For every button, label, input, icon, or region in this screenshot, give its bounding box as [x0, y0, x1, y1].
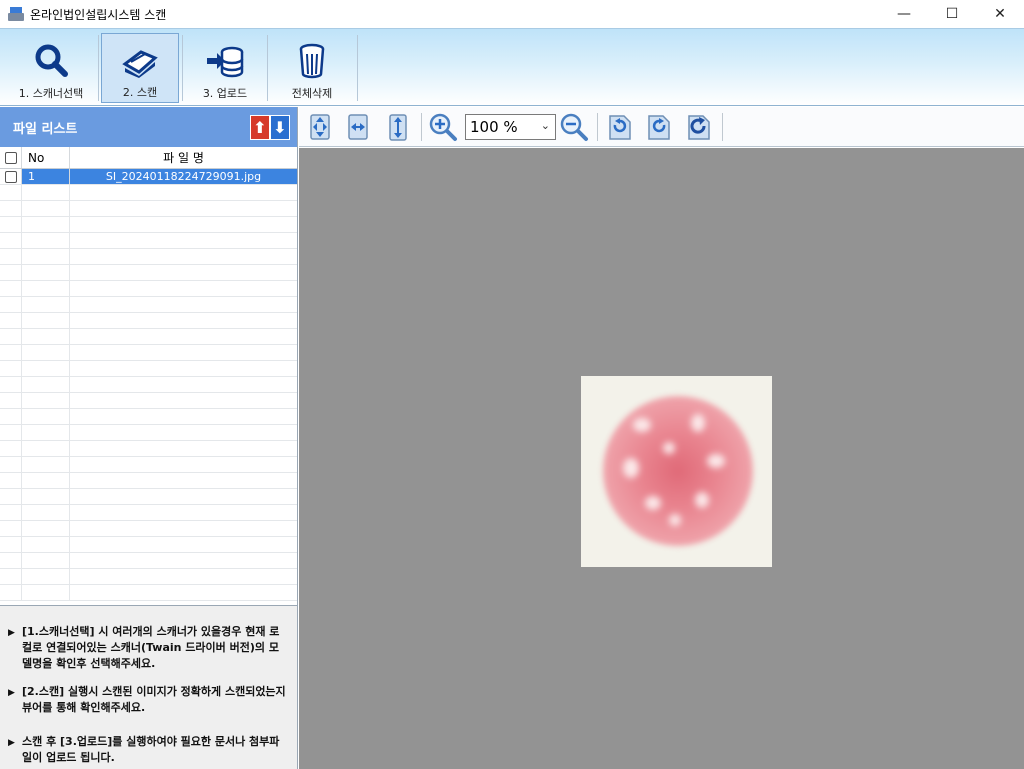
move-up-button[interactable]: ⬆	[250, 115, 270, 140]
empty-row	[0, 457, 297, 473]
empty-row	[0, 425, 297, 441]
zoom-out-button[interactable]	[559, 111, 589, 143]
empty-row	[0, 345, 297, 361]
scanner-select-button[interactable]: 1. 스캐너선택	[8, 33, 94, 103]
empty-row	[0, 537, 297, 553]
empty-row	[0, 265, 297, 281]
zoom-in-icon	[429, 113, 457, 141]
zoom-level-value: 100 %	[470, 118, 518, 136]
zoom-out-icon	[560, 113, 588, 141]
empty-row	[0, 361, 297, 377]
bullet-icon: ▶	[8, 738, 15, 748]
window-title: 온라인법인설립시스템 스캔	[30, 7, 167, 22]
scan-label: 2. 스캔	[122, 86, 158, 99]
scanner-app-icon	[8, 7, 24, 21]
fit-vertical-icon	[389, 114, 407, 141]
scan-button[interactable]: 2. 스캔	[101, 33, 179, 103]
file-list-title: 파일 리스트	[13, 121, 78, 137]
empty-row	[0, 233, 297, 249]
upload-label: 3. 업로드	[202, 87, 248, 100]
image-viewer[interactable]	[299, 148, 1024, 769]
rotate-180-icon	[688, 115, 710, 140]
empty-row	[0, 313, 297, 329]
move-down-button[interactable]: ⬇	[270, 115, 290, 140]
empty-row	[0, 409, 297, 425]
fit-height-button[interactable]	[305, 111, 335, 143]
scanner-icon	[122, 50, 158, 78]
empty-row	[0, 553, 297, 569]
scanner-select-label: 1. 스캐너선택	[18, 87, 84, 100]
fit-width-icon	[348, 114, 368, 140]
empty-row	[0, 441, 297, 457]
red-seal-stamp	[603, 396, 753, 546]
upload-database-icon	[207, 46, 244, 78]
zoom-level-select[interactable]: 100 % ⌄	[465, 114, 556, 140]
rotate-left-button[interactable]	[605, 111, 635, 143]
help-item: ▶ 스캔 후 [3.업로드]를 실행하여야 필요한 문서나 첨부파일이 업로드 …	[8, 734, 287, 766]
scanned-image[interactable]	[581, 376, 772, 567]
magnifier-icon	[35, 44, 68, 77]
table-row[interactable]: 1 SI_20240118224729091.jpg	[0, 169, 297, 185]
rotate-left-icon	[609, 115, 631, 140]
upload-button[interactable]: 3. 업로드	[186, 33, 264, 103]
minimize-button[interactable]: —	[880, 0, 928, 28]
help-panel: ▶ [1.스캐너선택] 시 여러개의 스캐너가 있을경우 현재 로컬로 연결되어…	[0, 605, 297, 769]
empty-row	[0, 521, 297, 537]
main-toolbar: 1. 스캐너선택 2. 스캔 3. 업로드 전체삭제	[0, 28, 1024, 106]
help-item: ▶ [1.스캐너선택] 시 여러개의 스캐너가 있을경우 현재 로컬로 연결되어…	[8, 624, 287, 672]
empty-row	[0, 393, 297, 409]
trash-icon	[299, 43, 325, 79]
delete-all-button[interactable]: 전체삭제	[272, 33, 352, 103]
grid-header: No 파 일 명	[0, 147, 297, 169]
empty-row	[0, 281, 297, 297]
rotate-180-button[interactable]	[684, 111, 714, 143]
help-text-upload: 스캔 후 [3.업로드]를 실행하여야 필요한 문서나 첨부파일이 업로드 됩니…	[22, 735, 280, 764]
file-list-panel: 파일 리스트 ⬆ ⬇ No 파 일 명 1 SI_202401182247290…	[0, 107, 298, 769]
row-checkbox[interactable]	[4, 170, 17, 183]
bullet-icon: ▶	[8, 628, 15, 638]
empty-row	[0, 505, 297, 521]
help-item: ▶ [2.스캔] 실행시 스캔된 이미지가 정확하게 스캔되었는지 뷰어를 통해…	[8, 684, 287, 716]
fit-page-icon	[310, 114, 330, 140]
empty-row	[0, 569, 297, 585]
file-grid: No 파 일 명 1 SI_20240118224729091.jpg	[0, 147, 297, 602]
close-button[interactable]: ✕	[976, 0, 1024, 28]
column-no[interactable]: No	[22, 147, 70, 168]
empty-row	[0, 217, 297, 233]
row-filename: SI_20240118224729091.jpg	[70, 169, 297, 184]
rotate-right-button[interactable]	[644, 111, 674, 143]
file-list-header: 파일 리스트 ⬆ ⬇	[0, 107, 297, 147]
select-all-checkbox[interactable]	[4, 151, 17, 164]
empty-row	[0, 585, 297, 601]
empty-row	[0, 185, 297, 201]
empty-row	[0, 297, 297, 313]
maximize-button[interactable]: ☐	[928, 0, 976, 28]
bullet-icon: ▶	[8, 688, 15, 698]
empty-row	[0, 329, 297, 345]
empty-row	[0, 377, 297, 393]
column-filename[interactable]: 파 일 명	[70, 147, 297, 168]
fit-vertical-button[interactable]	[383, 111, 413, 143]
empty-row	[0, 249, 297, 265]
empty-row	[0, 201, 297, 217]
help-text-scanner: [1.스캐너선택] 시 여러개의 스캐너가 있을경우 현재 로컬로 연결되어있는…	[22, 625, 280, 670]
empty-row	[0, 473, 297, 489]
chevron-down-icon: ⌄	[540, 119, 550, 132]
fit-width-button[interactable]	[343, 111, 373, 143]
viewer-toolbar: 100 % ⌄	[299, 107, 1024, 147]
delete-all-label: 전체삭제	[291, 87, 333, 100]
zoom-in-button[interactable]	[428, 111, 458, 143]
row-no: 1	[22, 169, 70, 184]
help-text-scan: [2.스캔] 실행시 스캔된 이미지가 정확하게 스캔되었는지 뷰어를 통해 확…	[22, 685, 286, 714]
rotate-right-icon	[648, 115, 670, 140]
title-bar: 온라인법인설립시스템 스캔 — ☐ ✕	[0, 0, 1024, 28]
empty-row	[0, 489, 297, 505]
